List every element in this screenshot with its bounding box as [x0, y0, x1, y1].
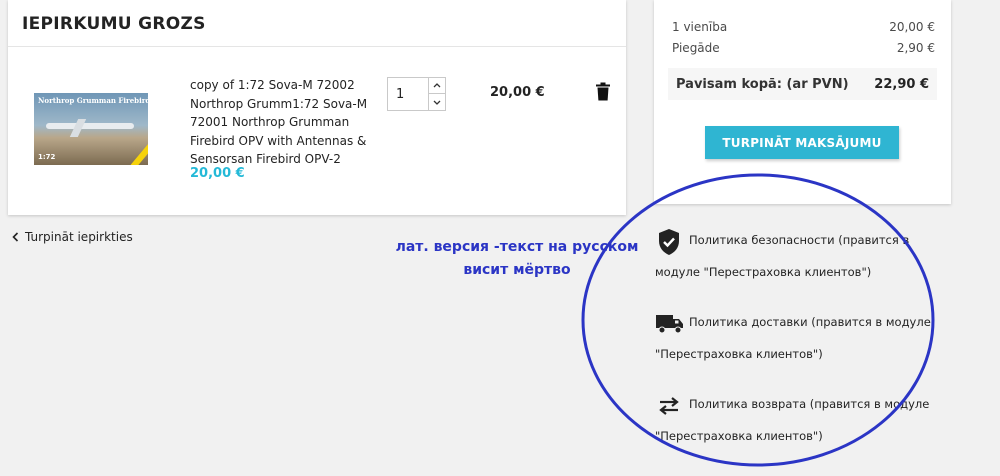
- quantity-stepper: [387, 77, 446, 111]
- order-summary-card: 1 vienība 20,00 € Piegāde 2,90 € Pavisam…: [654, 0, 951, 204]
- product-image-scale: 1:72: [38, 153, 56, 161]
- product-image[interactable]: Northrop Grumman Firebird 1:72: [34, 93, 148, 165]
- product-image-brand: Northrop Grumman Firebird: [38, 96, 148, 105]
- summary-shipping-label: Piegāde: [672, 41, 720, 55]
- summary-shipping-value: 2,90 €: [896, 41, 935, 55]
- summary-items-value: 20,00 €: [889, 20, 935, 34]
- annotation-note: лат. версия -текст на русском висит мёрт…: [372, 236, 662, 282]
- cart-divider: [8, 46, 626, 47]
- reassurance-returns-text-2: "Перестраховка клиентов"): [655, 429, 823, 443]
- swap-arrows-icon: [659, 397, 679, 415]
- checkout-button[interactable]: TURPINĀT MAKSĀJUMU: [705, 126, 899, 159]
- truck-icon: [656, 315, 683, 334]
- product-name-link[interactable]: copy of 1:72 Sova-M 72002 Northrop Grumm…: [190, 76, 376, 169]
- product-image-badge: [130, 143, 148, 165]
- summary-total-value: 22,90 €: [874, 76, 929, 92]
- product-price: 20,00 €: [190, 166, 245, 181]
- chevron-up-icon: [433, 83, 441, 88]
- continue-shopping-link[interactable]: Turpināt iepirkties: [12, 230, 133, 244]
- summary-shipping-row: Piegāde 2,90 €: [672, 41, 935, 55]
- cart-card: IEPIRKUMU GROZS Northrop Grumman Firebir…: [8, 0, 626, 215]
- cart-title: IEPIRKUMU GROZS: [22, 14, 206, 34]
- summary-items-label: 1 vienība: [672, 20, 728, 34]
- reassurance-security-text: Политика безопасности (правится в: [689, 233, 910, 247]
- trash-icon: [596, 82, 610, 101]
- reassurance-security-text-2: модуле "Перестраховка клиентов"): [655, 265, 872, 279]
- delete-item-button[interactable]: [594, 82, 612, 102]
- reassurance-returns-text: Политика возврата (правится в модуле: [689, 397, 930, 411]
- chevron-down-icon: [433, 100, 441, 105]
- annotation-line-2: висит мёртво: [463, 262, 571, 278]
- line-total: 20,00 €: [490, 85, 545, 100]
- chevron-left-icon: [12, 232, 19, 242]
- annotation-line-1: лат. версия -текст на русском: [395, 239, 639, 255]
- quantity-input[interactable]: [388, 78, 428, 110]
- reassurance-delivery-text: Политика доставки (правится в модуле: [689, 315, 931, 329]
- product-image-plane: [46, 123, 134, 129]
- summary-items-row: 1 vienība 20,00 €: [672, 20, 935, 34]
- quantity-decrease-button[interactable]: [428, 94, 445, 110]
- summary-total-row: Pavisam kopā: (ar PVN) 22,90 €: [668, 68, 937, 100]
- reassurance-delivery-text-2: "Перестраховка клиентов"): [655, 347, 823, 361]
- quantity-increase-button[interactable]: [428, 78, 445, 94]
- summary-total-label: Pavisam kopā: (ar PVN): [676, 76, 849, 92]
- continue-shopping-label: Turpināt iepirkties: [25, 230, 133, 244]
